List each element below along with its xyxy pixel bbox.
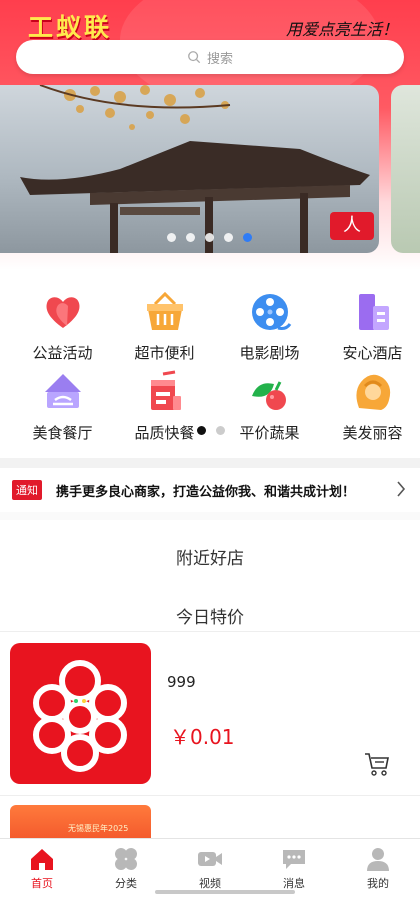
notice-bar[interactable]: 通知 携手更多良心商家，打造公益你我、和谐共成计划！ — [0, 468, 420, 512]
product-name: 999 — [167, 673, 196, 691]
product-logo-image — [33, 660, 127, 772]
search-icon — [188, 51, 201, 64]
cart-icon[interactable] — [364, 751, 390, 777]
divider — [0, 795, 420, 796]
banner-dot-active[interactable] — [243, 233, 252, 242]
hotel-icon — [358, 294, 389, 330]
section-nearby-title: 附近好店 — [176, 549, 244, 569]
tab-label: 视频 — [199, 877, 221, 890]
category-public-welfare[interactable]: 公益活动 — [10, 290, 115, 363]
banner-image — [20, 85, 370, 253]
category-supermarket[interactable]: 超市便利 — [112, 290, 217, 363]
pager-dot[interactable] — [216, 426, 225, 435]
category-pager — [197, 426, 225, 435]
notice-text: 携手更多良心商家，打造公益你我、和谐共成计划！ — [56, 484, 356, 500]
banner-stamp: 人 — [330, 212, 374, 240]
category-restaurant[interactable]: 美食餐厅 — [10, 370, 115, 443]
banner-dots — [167, 233, 252, 242]
tab-label: 分类 — [115, 877, 137, 890]
banner-carousel[interactable] — [0, 85, 379, 253]
category-label: 电影剧场 — [239, 344, 300, 362]
category-label: 美食餐厅 — [32, 424, 93, 442]
tab-label: 消息 — [283, 877, 305, 890]
category-label: 平价蔬果 — [239, 424, 300, 442]
banner-dot[interactable] — [186, 233, 195, 242]
category-label: 美发丽容 — [342, 424, 403, 442]
category-cinema[interactable]: 电影剧场 — [217, 290, 322, 363]
pager-dot-active[interactable] — [197, 426, 206, 435]
banner-dot[interactable] — [205, 233, 214, 242]
product-image-text: 无锡惠民年2025 — [68, 824, 129, 833]
search-placeholder: 搜索 — [206, 51, 233, 67]
tab-label: 我的 — [367, 877, 389, 890]
product-price: ￥0.01 — [170, 725, 235, 749]
category-label: 公益活动 — [32, 344, 93, 362]
category-label: 安心酒店 — [342, 344, 403, 362]
divider — [0, 458, 420, 468]
home-indicator — [155, 890, 295, 894]
hair-icon — [355, 374, 390, 410]
notice-tag: 通知 — [12, 480, 42, 500]
category-icon — [115, 848, 137, 870]
category-hotel[interactable]: 安心酒店 — [320, 290, 420, 363]
drink-cup-icon — [150, 370, 181, 410]
banner-dot[interactable] — [224, 233, 233, 242]
tab-profile[interactable]: 我的 — [336, 839, 420, 901]
section-today-special-title: 今日特价 — [176, 608, 244, 628]
tab-home[interactable]: 首页 — [0, 839, 84, 901]
film-reel-icon — [251, 294, 291, 330]
divider — [0, 631, 420, 632]
heart-icon — [46, 297, 79, 328]
video-icon — [198, 852, 222, 866]
profile-icon — [367, 848, 389, 871]
category-label: 超市便利 — [134, 344, 195, 362]
app-logo: 工蚁联 — [28, 13, 113, 42]
banner-next-slide[interactable] — [391, 85, 420, 253]
basket-icon — [146, 291, 183, 330]
banner-dot[interactable] — [167, 233, 176, 242]
product-card[interactable]: 999 ￥0.01 — [0, 633, 420, 793]
home-page: 工蚁联 用爱点亮生活！ 搜索 人 公益活动 超市便利 电影剧场 安心酒店 美食餐… — [0, 0, 420, 901]
divider — [0, 512, 420, 520]
search-bar[interactable]: 搜索 — [16, 40, 404, 74]
message-icon — [283, 850, 305, 869]
tab-label: 首页 — [31, 877, 53, 890]
home-icon — [31, 849, 53, 870]
chevron-right-icon — [397, 481, 406, 497]
fruit-icon — [251, 381, 286, 410]
product-card[interactable]: 无锡惠民年2025 — [0, 803, 420, 845]
app-slogan: 用爱点亮生活！ — [285, 20, 398, 39]
category-fruit-veg[interactable]: 平价蔬果 — [217, 370, 322, 443]
product-image — [10, 643, 151, 784]
food-cloche-icon — [44, 374, 81, 408]
category-beauty[interactable]: 美发丽容 — [320, 370, 420, 443]
